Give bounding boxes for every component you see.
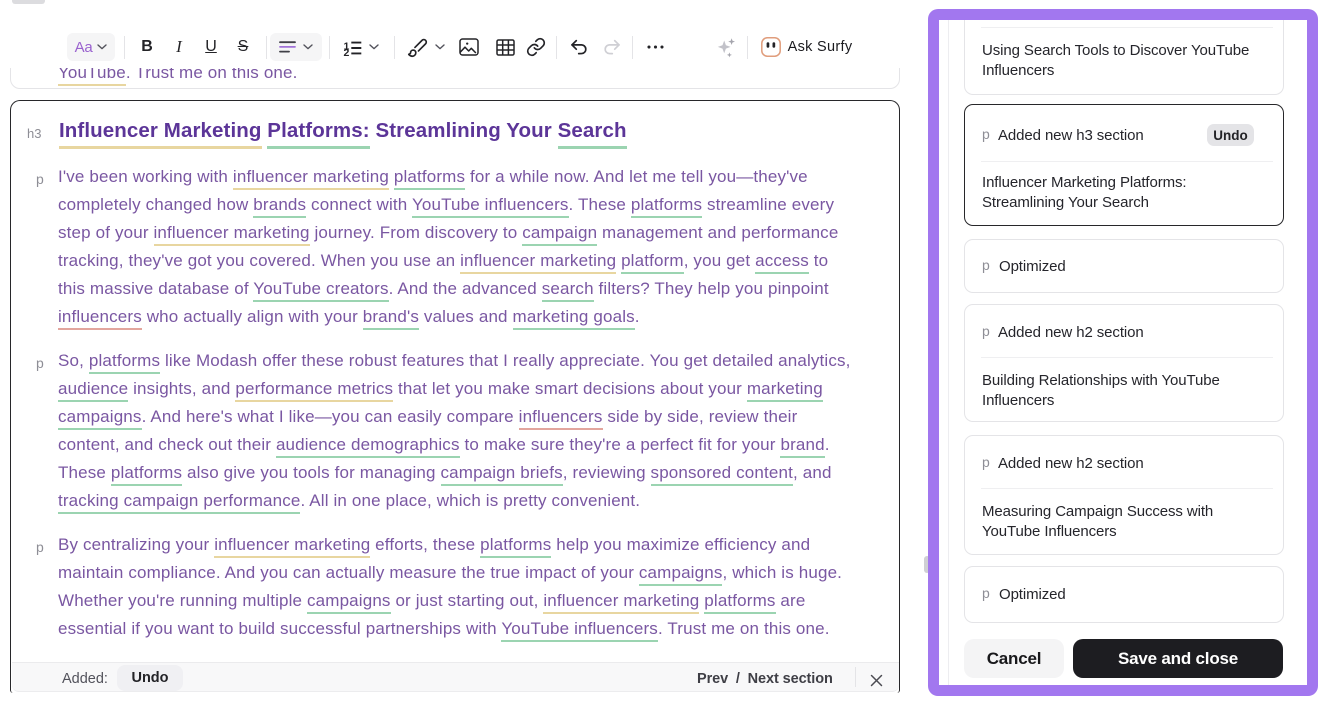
svg-text:2: 2: [343, 47, 349, 57]
